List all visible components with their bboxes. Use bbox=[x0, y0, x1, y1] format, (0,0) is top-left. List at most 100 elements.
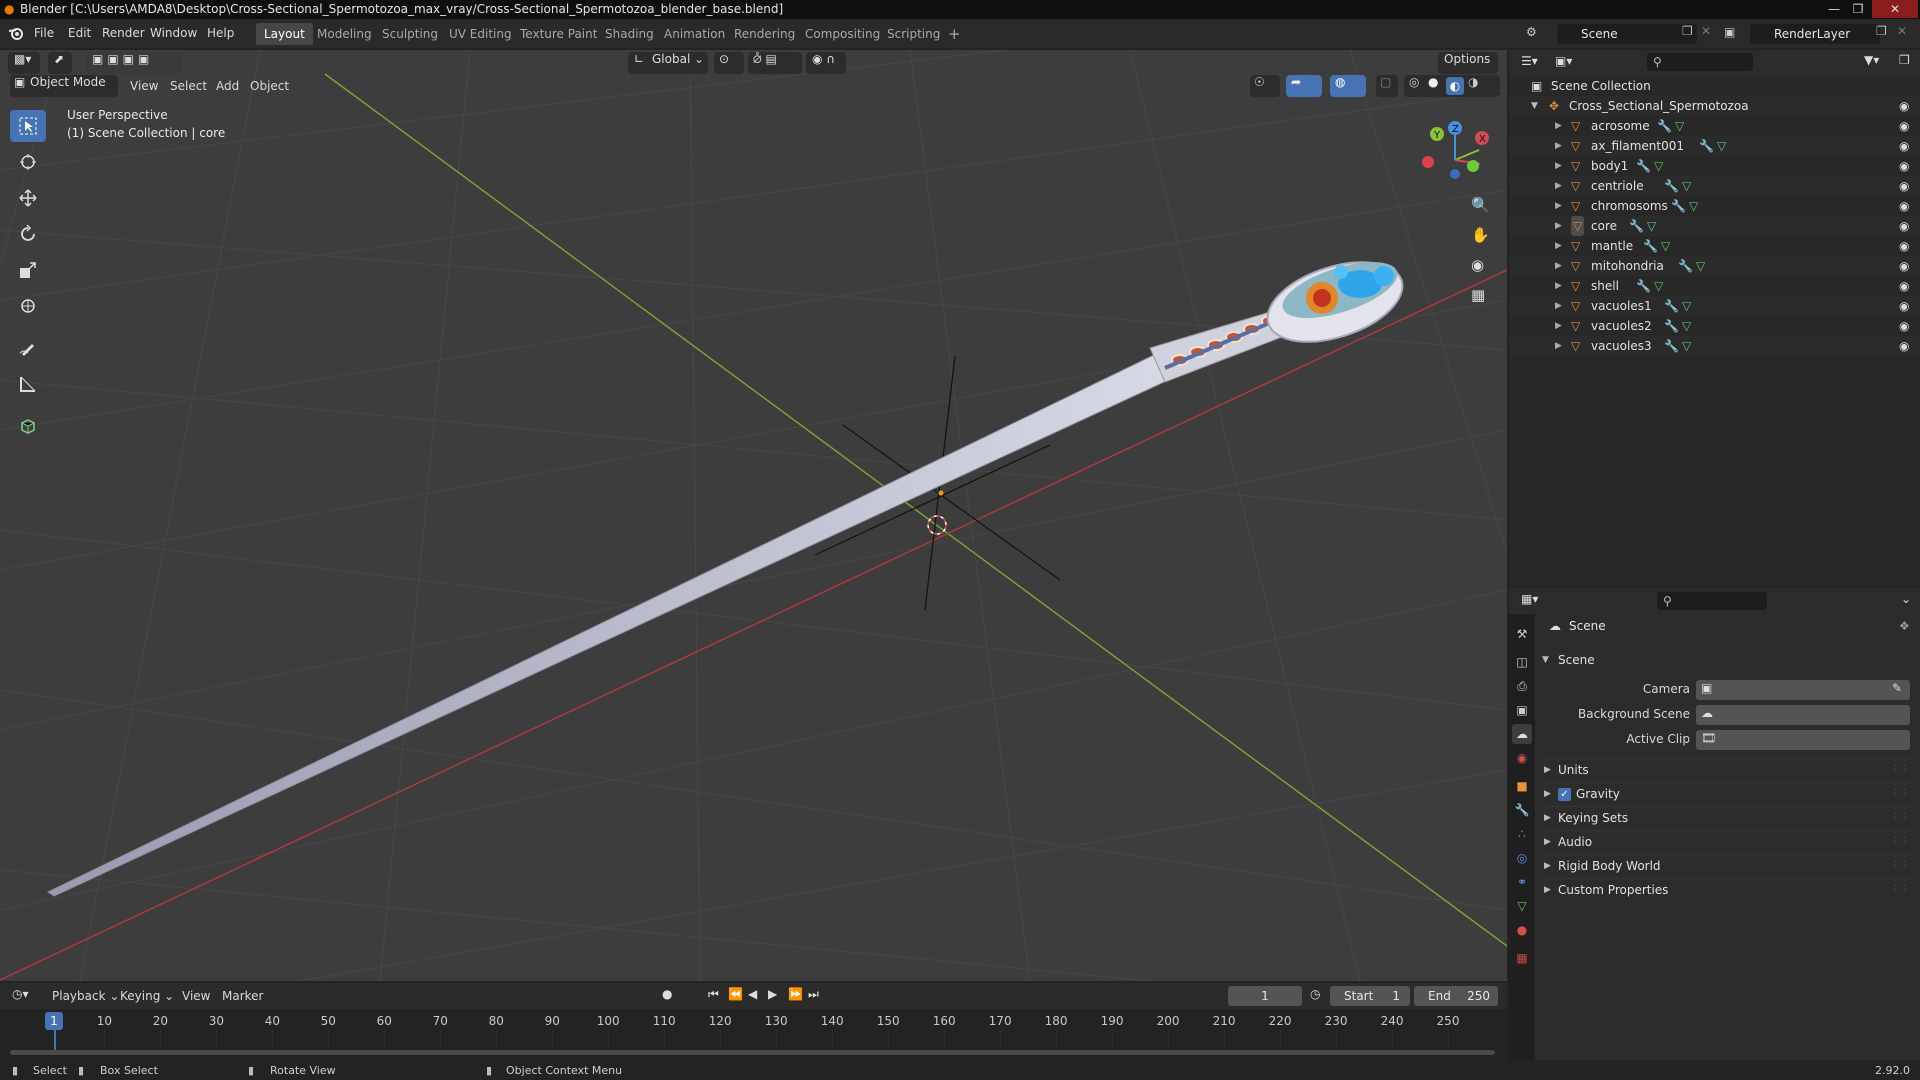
eyedropper-icon[interactable]: ✎ bbox=[1892, 681, 1902, 695]
selection-set-modes[interactable]: ▣▣▣▣ bbox=[86, 52, 182, 74]
menu-render[interactable]: Render bbox=[96, 24, 151, 43]
new-scene-icon[interactable]: ❐ bbox=[1682, 24, 1693, 38]
world-tab-icon[interactable]: ◉ bbox=[1512, 748, 1532, 768]
tab-shading[interactable]: Shading bbox=[597, 23, 662, 45]
transform-orientation-dropdown[interactable]: ∟ Global ⌄ bbox=[628, 52, 708, 74]
overlays-toggle[interactable]: ◍ bbox=[1330, 75, 1366, 97]
wireframe-shading-icon[interactable]: ◎ bbox=[1409, 75, 1419, 89]
minimize-icon[interactable]: — bbox=[1822, 0, 1846, 18]
navigation-gizmo[interactable]: Z Y X bbox=[1410, 114, 1490, 194]
material-tab-icon[interactable]: ● bbox=[1512, 920, 1532, 940]
timeline-editor-type-icon[interactable]: ◷▾ bbox=[12, 987, 29, 1001]
viewport-menu-add[interactable]: Add bbox=[210, 75, 245, 97]
visibility-eye-icon[interactable]: ◉ bbox=[1899, 116, 1909, 136]
viewport-scene[interactable] bbox=[0, 50, 1507, 981]
visibility-eye-icon[interactable]: ◉ bbox=[1899, 196, 1909, 216]
rotate-tool-button[interactable] bbox=[10, 218, 46, 250]
expand-triangle-icon[interactable]: ▶ bbox=[1555, 156, 1562, 176]
visibility-eye-icon[interactable]: ◉ bbox=[1899, 316, 1909, 336]
expand-triangle-icon[interactable]: ▶ bbox=[1555, 236, 1562, 256]
outliner-item-body1[interactable]: ▶ ▽ body1 🔧 ▽ ◉ bbox=[1509, 156, 1920, 176]
transform-tool-button[interactable] bbox=[10, 290, 46, 322]
visibility-eye-icon[interactable]: ◉ bbox=[1899, 276, 1909, 296]
delete-renderlayer-icon[interactable]: ✕ bbox=[1897, 24, 1907, 38]
expand-triangle-icon[interactable]: ▶ bbox=[1555, 136, 1562, 156]
texture-tab-icon[interactable]: ▦ bbox=[1512, 948, 1532, 968]
visibility-eye-icon[interactable]: ◉ bbox=[1899, 216, 1909, 236]
menu-file[interactable]: File bbox=[28, 24, 60, 43]
outliner-item-mantle[interactable]: ▶ ▽ mantle 🔧 ▽ ◉ bbox=[1509, 236, 1920, 256]
drag-handle-icon[interactable]: ⋮⋮ bbox=[1890, 831, 1910, 853]
display-mode-icon[interactable]: ▣▾ bbox=[1555, 54, 1572, 68]
active-clip-field[interactable]: 🎞 bbox=[1696, 730, 1910, 750]
render-tab-icon[interactable]: ◫ bbox=[1512, 652, 1532, 672]
constraints-tab-icon[interactable]: ⚭ bbox=[1512, 872, 1532, 892]
tab-texture-paint[interactable]: Texture Paint bbox=[512, 23, 605, 45]
menu-window[interactable]: Window bbox=[144, 24, 203, 43]
scene-tab-icon[interactable]: ☁ bbox=[1512, 724, 1532, 744]
drag-handle-icon[interactable]: ⋮⋮ bbox=[1890, 879, 1910, 901]
particles-tab-icon[interactable]: ∴ bbox=[1512, 824, 1532, 844]
viewport-menu-view[interactable]: View bbox=[124, 75, 164, 97]
select-box-tool-button[interactable] bbox=[10, 110, 46, 142]
expand-triangle-icon[interactable]: ▶ bbox=[1555, 316, 1562, 336]
zoom-view-icon[interactable]: 🔍 bbox=[1471, 196, 1490, 214]
add-cube-tool-button[interactable] bbox=[10, 410, 46, 442]
drag-handle-icon[interactable]: ⋮⋮ bbox=[1890, 783, 1910, 805]
menu-help[interactable]: Help bbox=[201, 24, 240, 43]
pin-icon[interactable]: ❖ bbox=[1899, 619, 1910, 633]
tab-scripting[interactable]: Scripting bbox=[879, 23, 948, 45]
collapse-triangle-icon[interactable]: ▼ bbox=[1531, 96, 1538, 116]
data-tab-icon[interactable]: ▽ bbox=[1512, 896, 1532, 916]
scene-type-icon[interactable]: ⚙ bbox=[1526, 25, 1537, 39]
rendered-shading-icon[interactable]: ◑ bbox=[1468, 75, 1478, 89]
playhead[interactable]: 1 bbox=[45, 1012, 63, 1030]
new-renderlayer-icon[interactable]: ❐ bbox=[1876, 24, 1887, 38]
visibility-eye-icon[interactable]: ◉ bbox=[1899, 156, 1909, 176]
shading-modes[interactable]: ◎ ● ◐ ◑ bbox=[1404, 75, 1500, 97]
start-frame-field[interactable]: Start 1 bbox=[1330, 986, 1410, 1006]
outliner-item-centriole[interactable]: ▶ ▽ centriole 🔧 ▽ ◉ bbox=[1509, 176, 1920, 196]
tab-uv-editing[interactable]: UV Editing bbox=[441, 23, 520, 45]
tab-rendering[interactable]: Rendering bbox=[726, 23, 803, 45]
pivot-point-dropdown[interactable]: ⊙ bbox=[714, 52, 744, 74]
proportional-edit-toggle[interactable]: ◉ ∩ bbox=[806, 52, 846, 74]
visibility-eye-icon[interactable]: ◉ bbox=[1899, 236, 1909, 256]
timeline-scrollbar[interactable] bbox=[10, 1050, 1495, 1055]
outliner-item-vacuoles1[interactable]: ▶ ▽ vacuoles1 🔧 ▽ ◉ bbox=[1509, 296, 1920, 316]
tab-compositing[interactable]: Compositing bbox=[797, 23, 888, 45]
expand-triangle-icon[interactable]: ▶ bbox=[1555, 256, 1562, 276]
expand-triangle-icon[interactable]: ▶ bbox=[1555, 216, 1562, 236]
visibility-eye-icon[interactable]: ◉ bbox=[1899, 136, 1909, 156]
tab-sculpting[interactable]: Sculpting bbox=[374, 23, 446, 45]
next-keyframe-icon[interactable]: ⏩ bbox=[788, 987, 803, 1001]
gravity-checkbox[interactable]: ✓ bbox=[1558, 788, 1571, 801]
outliner-item-vacuoles2[interactable]: ▶ ▽ vacuoles2 🔧 ▽ ◉ bbox=[1509, 316, 1920, 336]
tool-tab-icon[interactable]: ⚒ bbox=[1512, 624, 1532, 644]
material-shading-icon[interactable]: ◐ bbox=[1446, 77, 1464, 95]
renderlayer-selector[interactable]: RenderLayer bbox=[1750, 24, 1880, 44]
tab-animation[interactable]: Animation bbox=[656, 23, 733, 45]
outliner-item-mitohondria[interactable]: ▶ ▽ mitohondria 🔧 ▽ ◉ bbox=[1509, 256, 1920, 276]
outliner-search-input[interactable]: ⚲ bbox=[1647, 53, 1753, 71]
camera-view-icon[interactable]: ◉ bbox=[1471, 256, 1484, 274]
expand-triangle-icon[interactable]: ▶ bbox=[1555, 116, 1562, 136]
subpanel-audio[interactable]: ▶ Audio ⋮⋮ bbox=[1540, 830, 1910, 852]
current-frame-field[interactable]: 1 bbox=[1228, 986, 1302, 1006]
auto-keying-icon[interactable]: ● bbox=[662, 987, 672, 1001]
tab-modeling[interactable]: Modeling bbox=[309, 23, 380, 45]
menu-edit[interactable]: Edit bbox=[62, 24, 97, 43]
viewport-menu-object[interactable]: Object bbox=[244, 75, 295, 97]
editor-type-button[interactable]: ▩▾ bbox=[8, 52, 40, 74]
subpanel-keying-sets[interactable]: ▶ Keying Sets ⋮⋮ bbox=[1540, 806, 1910, 828]
prev-keyframe-icon[interactable]: ⏪ bbox=[728, 987, 743, 1001]
play-icon[interactable]: ▶ bbox=[768, 987, 777, 1001]
scene-collection-row[interactable]: ▣ Scene Collection bbox=[1509, 76, 1920, 96]
outliner-item-acrosome[interactable]: ▶ ▽ acrosome 🔧 ▽ ◉ bbox=[1509, 116, 1920, 136]
drag-handle-icon[interactable]: ⋮⋮ bbox=[1890, 759, 1910, 781]
visibility-eye-icon[interactable]: ◉ bbox=[1899, 96, 1909, 116]
options-dropdown[interactable]: Options bbox=[1438, 52, 1498, 74]
play-reverse-icon[interactable]: ◀ bbox=[748, 987, 757, 1001]
xray-toggle[interactable]: ▢ bbox=[1376, 75, 1398, 97]
collection-row[interactable]: ▼ ✥ Cross_Sectional_Spermotozoa ◉ bbox=[1509, 96, 1920, 116]
